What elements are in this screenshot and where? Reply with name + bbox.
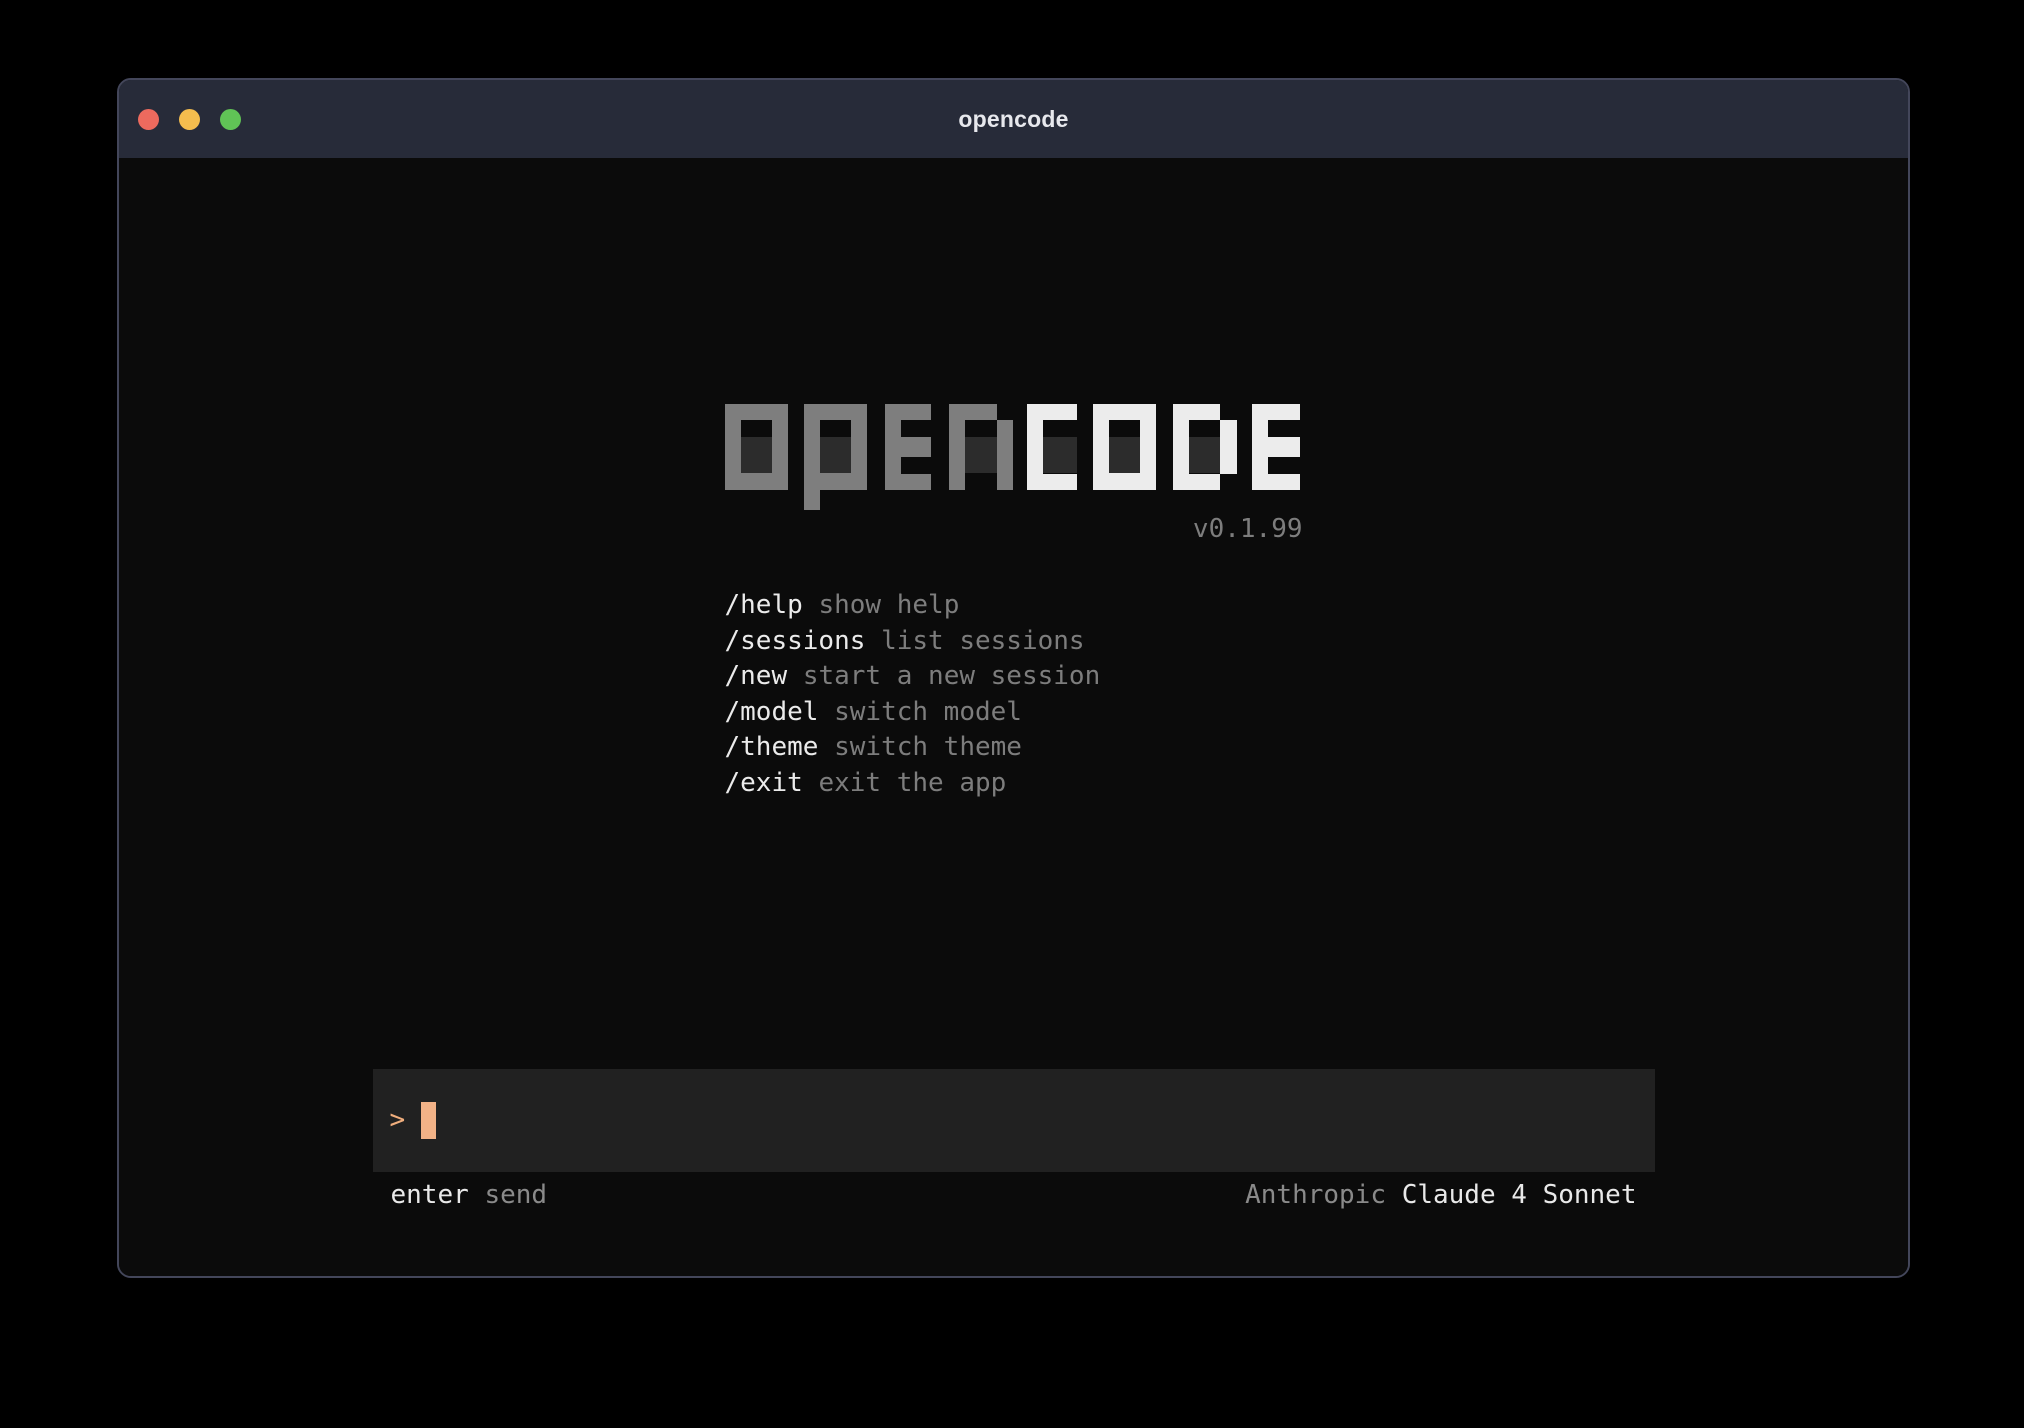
message-input[interactable]: >	[373, 1069, 1655, 1172]
command-name: /help	[725, 588, 803, 624]
command-description: show help	[818, 588, 959, 624]
command-name: /sessions	[725, 624, 866, 660]
prompt-area: > enter send Anthropic Claude 4 Sonnet	[373, 1069, 1655, 1209]
command-description: start a new session	[803, 659, 1100, 695]
key-hint: enter send	[391, 1181, 548, 1209]
model-name: Claude 4 Sonnet	[1402, 1181, 1637, 1209]
command-description: exit the app	[818, 766, 1006, 802]
command-row-exit: /exit exit the app	[725, 766, 1303, 802]
command-name: /model	[725, 695, 819, 731]
command-description: list sessions	[881, 624, 1085, 660]
desktop: opencode	[0, 0, 2024, 1428]
traffic-lights	[138, 80, 241, 158]
window-titlebar[interactable]: opencode	[119, 80, 1908, 158]
window-title: opencode	[958, 106, 1068, 133]
opencode-logo	[725, 404, 1303, 510]
close-button[interactable]	[138, 109, 159, 130]
logo-holes	[741, 420, 1140, 473]
command-row-help: /help show help	[725, 588, 1303, 624]
command-row-theme: /theme switch theme	[725, 730, 1303, 766]
opencode-window: opencode	[117, 78, 1910, 1278]
hero-section: v0.1.99 /help show help /sessions list s…	[725, 404, 1303, 801]
command-description: switch model	[834, 695, 1022, 731]
key-hint-action: send	[484, 1181, 547, 1209]
model-provider: Anthropic	[1245, 1181, 1386, 1209]
terminal-content: v0.1.99 /help show help /sessions list s…	[119, 158, 1908, 1276]
version-label: v0.1.99	[725, 514, 1303, 544]
command-name: /new	[725, 659, 788, 695]
command-row-model: /model switch model	[725, 695, 1303, 731]
key-hint-key: enter	[391, 1181, 469, 1209]
command-name: /theme	[725, 730, 819, 766]
minimize-button[interactable]	[179, 109, 200, 130]
command-name: /exit	[725, 766, 803, 802]
command-description: switch theme	[834, 730, 1022, 766]
model-indicator: Anthropic Claude 4 Sonnet	[1245, 1181, 1636, 1209]
text-cursor	[421, 1102, 436, 1139]
command-list: /help show help /sessions list sessions …	[725, 588, 1303, 801]
status-bar: enter send Anthropic Claude 4 Sonnet	[373, 1181, 1655, 1209]
command-row-sessions: /sessions list sessions	[725, 624, 1303, 660]
prompt-chevron: >	[390, 1102, 421, 1139]
command-row-new: /new start a new session	[725, 659, 1303, 695]
zoom-button[interactable]	[220, 109, 241, 130]
